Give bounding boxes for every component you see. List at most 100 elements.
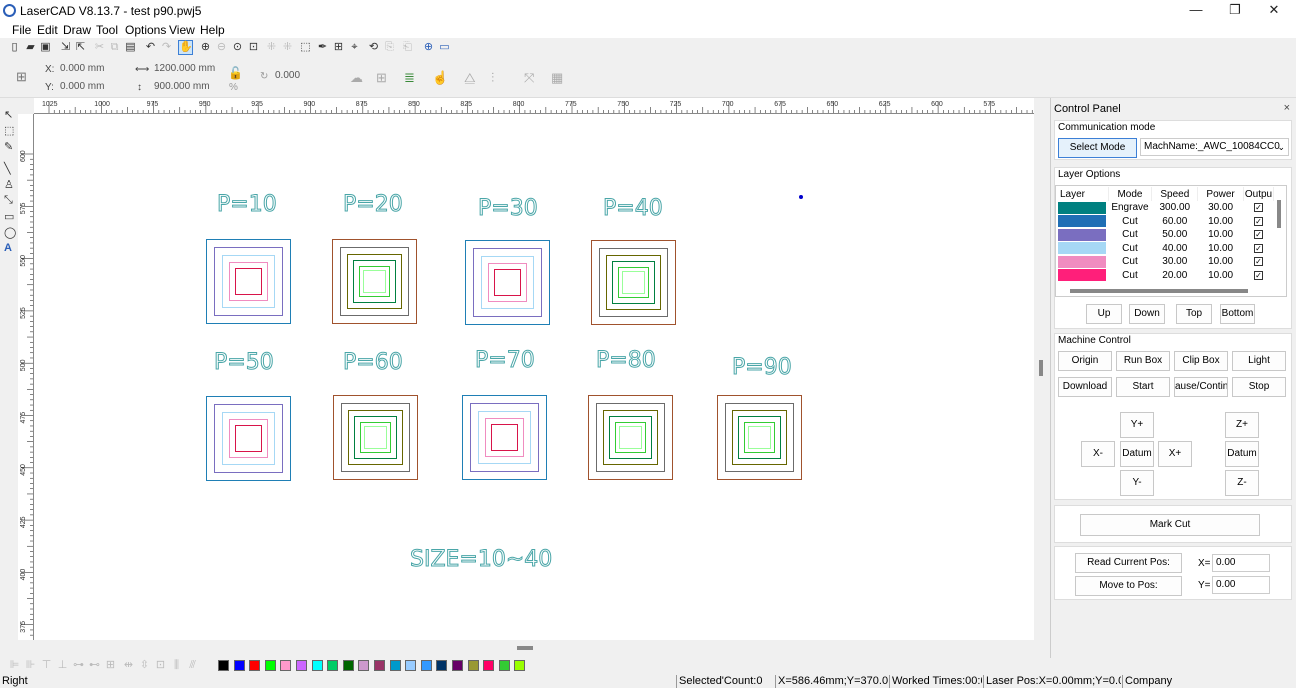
layer-speed[interactable]: 20.00	[1152, 269, 1198, 283]
distribute-icon[interactable]: ⫶	[491, 70, 494, 86]
layer-down-button[interactable]: Down	[1129, 304, 1165, 324]
mark-cut-button[interactable]: Mark Cut	[1080, 514, 1260, 536]
palette-swatch[interactable]	[327, 660, 339, 671]
zoom-in-icon[interactable]: ⊕	[199, 41, 212, 54]
pen-icon[interactable]: ✒	[316, 41, 329, 54]
menu-tool[interactable]: Tool	[96, 23, 118, 37]
jog-x-minus-button[interactable]: X-	[1081, 441, 1115, 467]
center-v-icon[interactable]: ⊶	[72, 659, 85, 672]
palette-swatch[interactable]	[514, 660, 526, 671]
clip-box-button[interactable]: Clip Box	[1174, 351, 1228, 371]
layer-output-checkbox[interactable]: ✓	[1243, 255, 1273, 269]
layer-color-swatch[interactable]	[1056, 215, 1108, 229]
mirror-icon[interactable]: ☁	[350, 70, 363, 86]
layer-row[interactable]: Cut 40.00 10.00 ✓	[1056, 242, 1274, 256]
layer-color-swatch[interactable]	[1056, 201, 1108, 215]
distribute-v-icon[interactable]: ⫻	[186, 659, 199, 672]
layer-color-swatch[interactable]	[1056, 228, 1108, 242]
stop-button[interactable]: Stop	[1232, 377, 1286, 397]
layer-output-checkbox[interactable]: ✓	[1243, 201, 1273, 215]
open-folder-icon[interactable]: ▰	[24, 41, 37, 54]
target-icon[interactable]: ⊕	[422, 41, 435, 54]
center-icon[interactable]: ⊞	[104, 659, 117, 672]
new-file-icon[interactable]: ▯	[8, 41, 21, 54]
layer-speed[interactable]: 300.00	[1152, 201, 1198, 215]
machine-name-select[interactable]: MachName:_AWC_10084CC0 ⌄	[1140, 138, 1289, 156]
pan-hand-icon[interactable]: ✋	[178, 40, 193, 55]
jog-y-plus-button[interactable]: Y+	[1120, 412, 1154, 438]
polyline-icon[interactable]: ⤡	[4, 194, 13, 207]
square-group-p20[interactable]	[332, 239, 418, 325]
select-mode-button[interactable]: Select Mode	[1058, 138, 1137, 158]
label-p10[interactable]: P=10	[217, 192, 278, 218]
palette-swatch[interactable]	[436, 660, 448, 671]
palette-swatch[interactable]	[389, 660, 401, 671]
palette-swatch[interactable]	[405, 660, 417, 671]
layer-speed[interactable]: 30.00	[1152, 255, 1198, 269]
zoom-out-icon[interactable]: ⊖	[215, 41, 228, 54]
layer-row[interactable]: Cut 20.00 10.00 ✓	[1056, 269, 1274, 283]
palette-swatch[interactable]	[467, 660, 479, 671]
menu-draw[interactable]: Draw	[63, 23, 91, 37]
undo-icon[interactable]: ↶	[144, 41, 157, 54]
path-icon[interactable]: ⟲	[367, 41, 380, 54]
layer-output-checkbox[interactable]: ✓	[1243, 228, 1273, 242]
scroll-thumb[interactable]	[517, 646, 533, 650]
simulate-icon[interactable]: ⎘	[383, 41, 396, 54]
palette-swatch[interactable]	[311, 660, 323, 671]
output-icon[interactable]: ⎗	[401, 41, 414, 54]
cut-icon[interactable]: ✂	[93, 41, 106, 54]
align-bottom-icon[interactable]: ⊥	[56, 659, 69, 672]
pause-continue-button[interactable]: ause/Continu	[1174, 377, 1228, 397]
lock-icon[interactable]: 🔓	[228, 66, 243, 80]
layer-output-checkbox[interactable]: ✓	[1243, 242, 1273, 256]
ellipse-icon[interactable]: ◯	[4, 226, 16, 239]
jog-y-minus-button[interactable]: Y-	[1120, 470, 1154, 496]
palette-swatch[interactable]	[233, 660, 245, 671]
z-datum-button[interactable]: Datum	[1225, 441, 1259, 467]
palette-swatch[interactable]	[249, 660, 261, 671]
square-group-p10[interactable]	[206, 239, 292, 325]
layer-scrollbar-thumb[interactable]	[1277, 200, 1281, 228]
origin-button[interactable]: Origin	[1058, 351, 1112, 371]
edit-node-icon[interactable]: ✎	[4, 140, 13, 153]
square-group-p60[interactable]	[333, 395, 419, 481]
palette-swatch[interactable]	[342, 660, 354, 671]
splitter-grip[interactable]	[1039, 360, 1043, 376]
layer-top-button[interactable]: Top	[1176, 304, 1212, 324]
palette-swatch[interactable]	[374, 660, 385, 671]
zoom-page-icon[interactable]: ⊡	[247, 41, 260, 54]
square-group-p50[interactable]	[206, 396, 292, 482]
anchor-icon[interactable]: ⊞	[16, 69, 27, 85]
width-input[interactable]: 1200.000 mm	[154, 63, 224, 77]
layer-speed[interactable]: 50.00	[1152, 228, 1198, 242]
palette-swatch[interactable]	[264, 660, 276, 671]
layer-mode[interactable]: Cut	[1108, 228, 1152, 242]
copy-icon[interactable]: ⧉	[108, 41, 121, 54]
layer-row[interactable]: Cut 50.00 10.00 ✓	[1056, 228, 1274, 242]
palette-swatch[interactable]	[420, 660, 432, 671]
square-group-p40[interactable]	[591, 240, 677, 326]
square-group-p80[interactable]	[588, 395, 674, 481]
palette-swatch[interactable]	[358, 660, 370, 671]
align-right-icon[interactable]: ⊪	[24, 659, 37, 672]
square-group-p70[interactable]	[462, 395, 548, 481]
layer-row[interactable]: Engrave 300.00 30.00 ✓	[1056, 201, 1274, 215]
menu-edit[interactable]: Edit	[37, 23, 58, 37]
drawing-canvas[interactable]: P=10 P=20 P=30 P=40 P=50 P=60 P=70 P=80 …	[34, 114, 1034, 640]
node-add-icon[interactable]: ⁜	[281, 41, 294, 54]
menu-options[interactable]: Options	[125, 23, 166, 37]
palette-swatch[interactable]	[218, 660, 229, 671]
layer-color-swatch[interactable]	[1056, 269, 1108, 283]
pos-y-input[interactable]: 0.00	[1212, 576, 1270, 594]
layer-power[interactable]: 10.00	[1198, 228, 1244, 242]
layer-mode[interactable]: Cut	[1108, 269, 1152, 283]
rotate-input[interactable]: 0.000	[275, 70, 345, 84]
download-button[interactable]: Download	[1058, 377, 1112, 397]
menu-help[interactable]: Help	[200, 23, 225, 37]
layer-speed[interactable]: 40.00	[1152, 242, 1198, 256]
palette-swatch[interactable]	[498, 660, 510, 671]
layer-color-swatch[interactable]	[1056, 255, 1108, 269]
pen-tool-icon[interactable]: ♙	[4, 178, 14, 191]
label-p40[interactable]: P=40	[603, 196, 664, 222]
